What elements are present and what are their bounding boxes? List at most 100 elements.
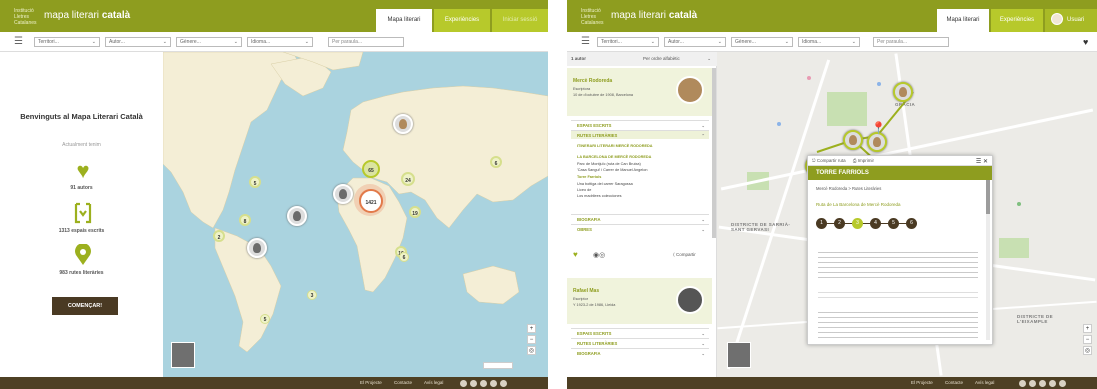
map-cluster[interactable]: 19 xyxy=(409,206,421,218)
section-biografia[interactable]: BIOGRAFIA ⌄ xyxy=(571,214,709,223)
genre-select[interactable]: Gènere... ⌄ xyxy=(176,37,242,47)
route-item[interactable]: Una bottiga del carrer Saragossa xyxy=(577,182,633,186)
map-cluster[interactable]: 3 xyxy=(307,290,317,300)
tab-experiencies[interactable]: Experiències xyxy=(991,9,1043,32)
author-map-pin[interactable] xyxy=(393,114,413,134)
chevron-down-icon[interactable]: ⌄ xyxy=(707,52,711,66)
map-cluster[interactable]: 5 xyxy=(249,176,261,188)
selected-location-pin-icon[interactable]: 📍 xyxy=(871,122,886,134)
scrollbar-thumb[interactable] xyxy=(986,180,990,214)
language-select[interactable]: Idioma... ⌄ xyxy=(247,37,313,47)
locate-button[interactable]: ◎ xyxy=(1083,346,1092,355)
route-step[interactable]: 1 xyxy=(816,218,827,229)
filter-icon[interactable]: ☰ xyxy=(14,36,23,48)
section-obres[interactable]: OBRES ⌄ xyxy=(571,224,709,233)
keyword-search-input[interactable]: Per paraula... xyxy=(328,37,404,47)
zoom-out-button[interactable]: − xyxy=(1083,335,1092,344)
minimap-toggle[interactable] xyxy=(171,342,195,368)
section-biografia[interactable]: BIOGRAFIA ⌄ xyxy=(571,348,709,357)
footer-link-legal[interactable]: Avís legal xyxy=(975,380,994,385)
author-select[interactable]: Autor... ⌄ xyxy=(105,37,171,47)
map-cluster[interactable]: 8 xyxy=(239,214,251,226)
section-espais-escrits[interactable]: ESPAIS ESCRITS ⌄ xyxy=(571,328,709,337)
user-menu[interactable]: Usuari xyxy=(1045,9,1097,32)
tab-mapa-literari[interactable]: Mapa literari xyxy=(376,9,432,32)
share-link[interactable]: ⟨ Compartir xyxy=(673,252,696,258)
institution-logo[interactable]: Institució Lletres Catalanes xyxy=(581,8,604,26)
popup-scrollbar[interactable] xyxy=(986,180,990,340)
author-select[interactable]: Autor... ⌄ xyxy=(664,37,726,47)
route-item[interactable]: Parc de Montjuïc (ruta de Can Bruixa) xyxy=(577,162,641,166)
route-item[interactable]: 'Casa Sangui' i Carrer de Manuel Angelon xyxy=(577,168,647,172)
author-map-pin[interactable] xyxy=(333,184,353,204)
favorites-heart-icon[interactable]: ♥ xyxy=(1083,37,1088,47)
youtube-icon[interactable] xyxy=(490,380,497,387)
youtube-icon[interactable] xyxy=(1049,380,1056,387)
breadcrumb[interactable]: Mercè Rodoreda > Rutes Literàries xyxy=(816,186,881,191)
twitter-icon[interactable] xyxy=(1029,380,1036,387)
brand-title[interactable]: mapa literari català xyxy=(44,10,130,21)
territory-select[interactable]: Territori... ⌄ xyxy=(34,37,100,47)
route-stop-pin[interactable] xyxy=(867,132,887,152)
footer-link-project[interactable]: El Projecte xyxy=(911,380,933,385)
sidebar-scrollbar[interactable] xyxy=(712,68,716,238)
minimap-toggle[interactable] xyxy=(727,342,751,368)
route-item[interactable]: ITINERARI LITERARI MERCÈ RODOREDA xyxy=(577,144,653,148)
language-select[interactable]: Idioma... ⌄ xyxy=(798,37,860,47)
heart-icon[interactable]: ♥ xyxy=(573,250,578,259)
route-step[interactable]: 2 xyxy=(834,218,845,229)
route-stop-pin[interactable] xyxy=(893,82,913,102)
route-item[interactable]: Torre Farriols xyxy=(577,175,601,179)
map-cluster[interactable]: 65 xyxy=(362,160,380,178)
author-map-pin[interactable] xyxy=(247,238,267,258)
author-name[interactable]: Rafael Mas xyxy=(573,288,599,294)
zoom-out-button[interactable]: − xyxy=(527,335,536,344)
instagram-icon[interactable] xyxy=(1039,380,1046,387)
territory-select[interactable]: Territori... ⌄ xyxy=(597,37,659,47)
tab-iniciar-sessio[interactable]: Iniciar sessió xyxy=(492,9,548,32)
start-button[interactable]: COMENÇAR! xyxy=(52,297,118,315)
route-step[interactable]: 5 xyxy=(888,218,899,229)
institution-logo[interactable]: Institució Lletres Catalanes xyxy=(14,8,37,26)
author-card[interactable]: Rafael Mas Escriptor Y 1923-2 de 1986, L… xyxy=(567,278,712,324)
route-step[interactable]: 6 xyxy=(906,218,917,229)
footer-link-contact[interactable]: Contacte xyxy=(945,380,963,385)
instagram-icon[interactable] xyxy=(480,380,487,387)
footer-link-contact[interactable]: Contacte xyxy=(394,380,412,385)
facebook-icon[interactable] xyxy=(460,380,467,387)
route-stop-pin[interactable] xyxy=(843,130,863,150)
genre-select[interactable]: Gènere... ⌄ xyxy=(731,37,793,47)
route-item[interactable]: Liceo de xyxy=(577,188,591,192)
share-route-icon[interactable]: ⎋ xyxy=(812,158,816,163)
map-cluster[interactable]: 1421 xyxy=(359,189,383,213)
zoom-in-button[interactable]: + xyxy=(527,324,536,333)
author-card[interactable]: Mercè Rodoreda Escriptora 10 de d'octubr… xyxy=(567,68,712,116)
email-icon[interactable] xyxy=(1059,380,1066,387)
share-route-label[interactable]: Compartir ruta xyxy=(817,158,846,163)
sort-select[interactable]: Per ordre alfabètic xyxy=(643,52,680,66)
zoom-in-button[interactable]: + xyxy=(1083,324,1092,333)
locate-button[interactable]: ◎ xyxy=(527,346,536,355)
route-step[interactable]: 4 xyxy=(870,218,881,229)
author-map-pin[interactable] xyxy=(287,206,307,226)
section-rutes-literaries[interactable]: RUTES LITERÀRIES ⌄ xyxy=(571,338,709,347)
route-name[interactable]: Ruta de La Barcelona de Mercè Rodoreda xyxy=(816,202,901,207)
filter-icon[interactable]: ☰ xyxy=(581,36,590,48)
audio-controls-icon[interactable]: ◉◎ xyxy=(593,251,605,259)
map-cluster[interactable]: 2 xyxy=(213,230,225,242)
email-icon[interactable] xyxy=(500,380,507,387)
section-espais-escrits[interactable]: ESPAIS ESCRITS ⌄ xyxy=(571,120,709,129)
footer-link-legal[interactable]: Avís legal xyxy=(424,380,443,385)
route-step-current[interactable]: 3 xyxy=(852,218,863,229)
footer-link-project[interactable]: El Projecte xyxy=(360,380,382,385)
keyword-search-input[interactable]: Per paraula... xyxy=(873,37,949,47)
map-cluster[interactable]: 24 xyxy=(401,172,415,186)
route-item[interactable]: LA BARCELONA DE MERCÈ RODOREDA xyxy=(577,155,651,159)
brand-title[interactable]: mapa literari català xyxy=(611,10,697,21)
map-cluster[interactable]: 6 xyxy=(399,252,409,262)
author-name[interactable]: Mercè Rodoreda xyxy=(573,78,612,84)
section-rutes-literaries[interactable]: RUTES LITERÀRIES ⌃ xyxy=(571,130,709,139)
facebook-icon[interactable] xyxy=(1019,380,1026,387)
print-icon[interactable]: ⎙ xyxy=(853,158,857,163)
tab-mapa-literari[interactable]: Mapa literari xyxy=(937,9,989,32)
